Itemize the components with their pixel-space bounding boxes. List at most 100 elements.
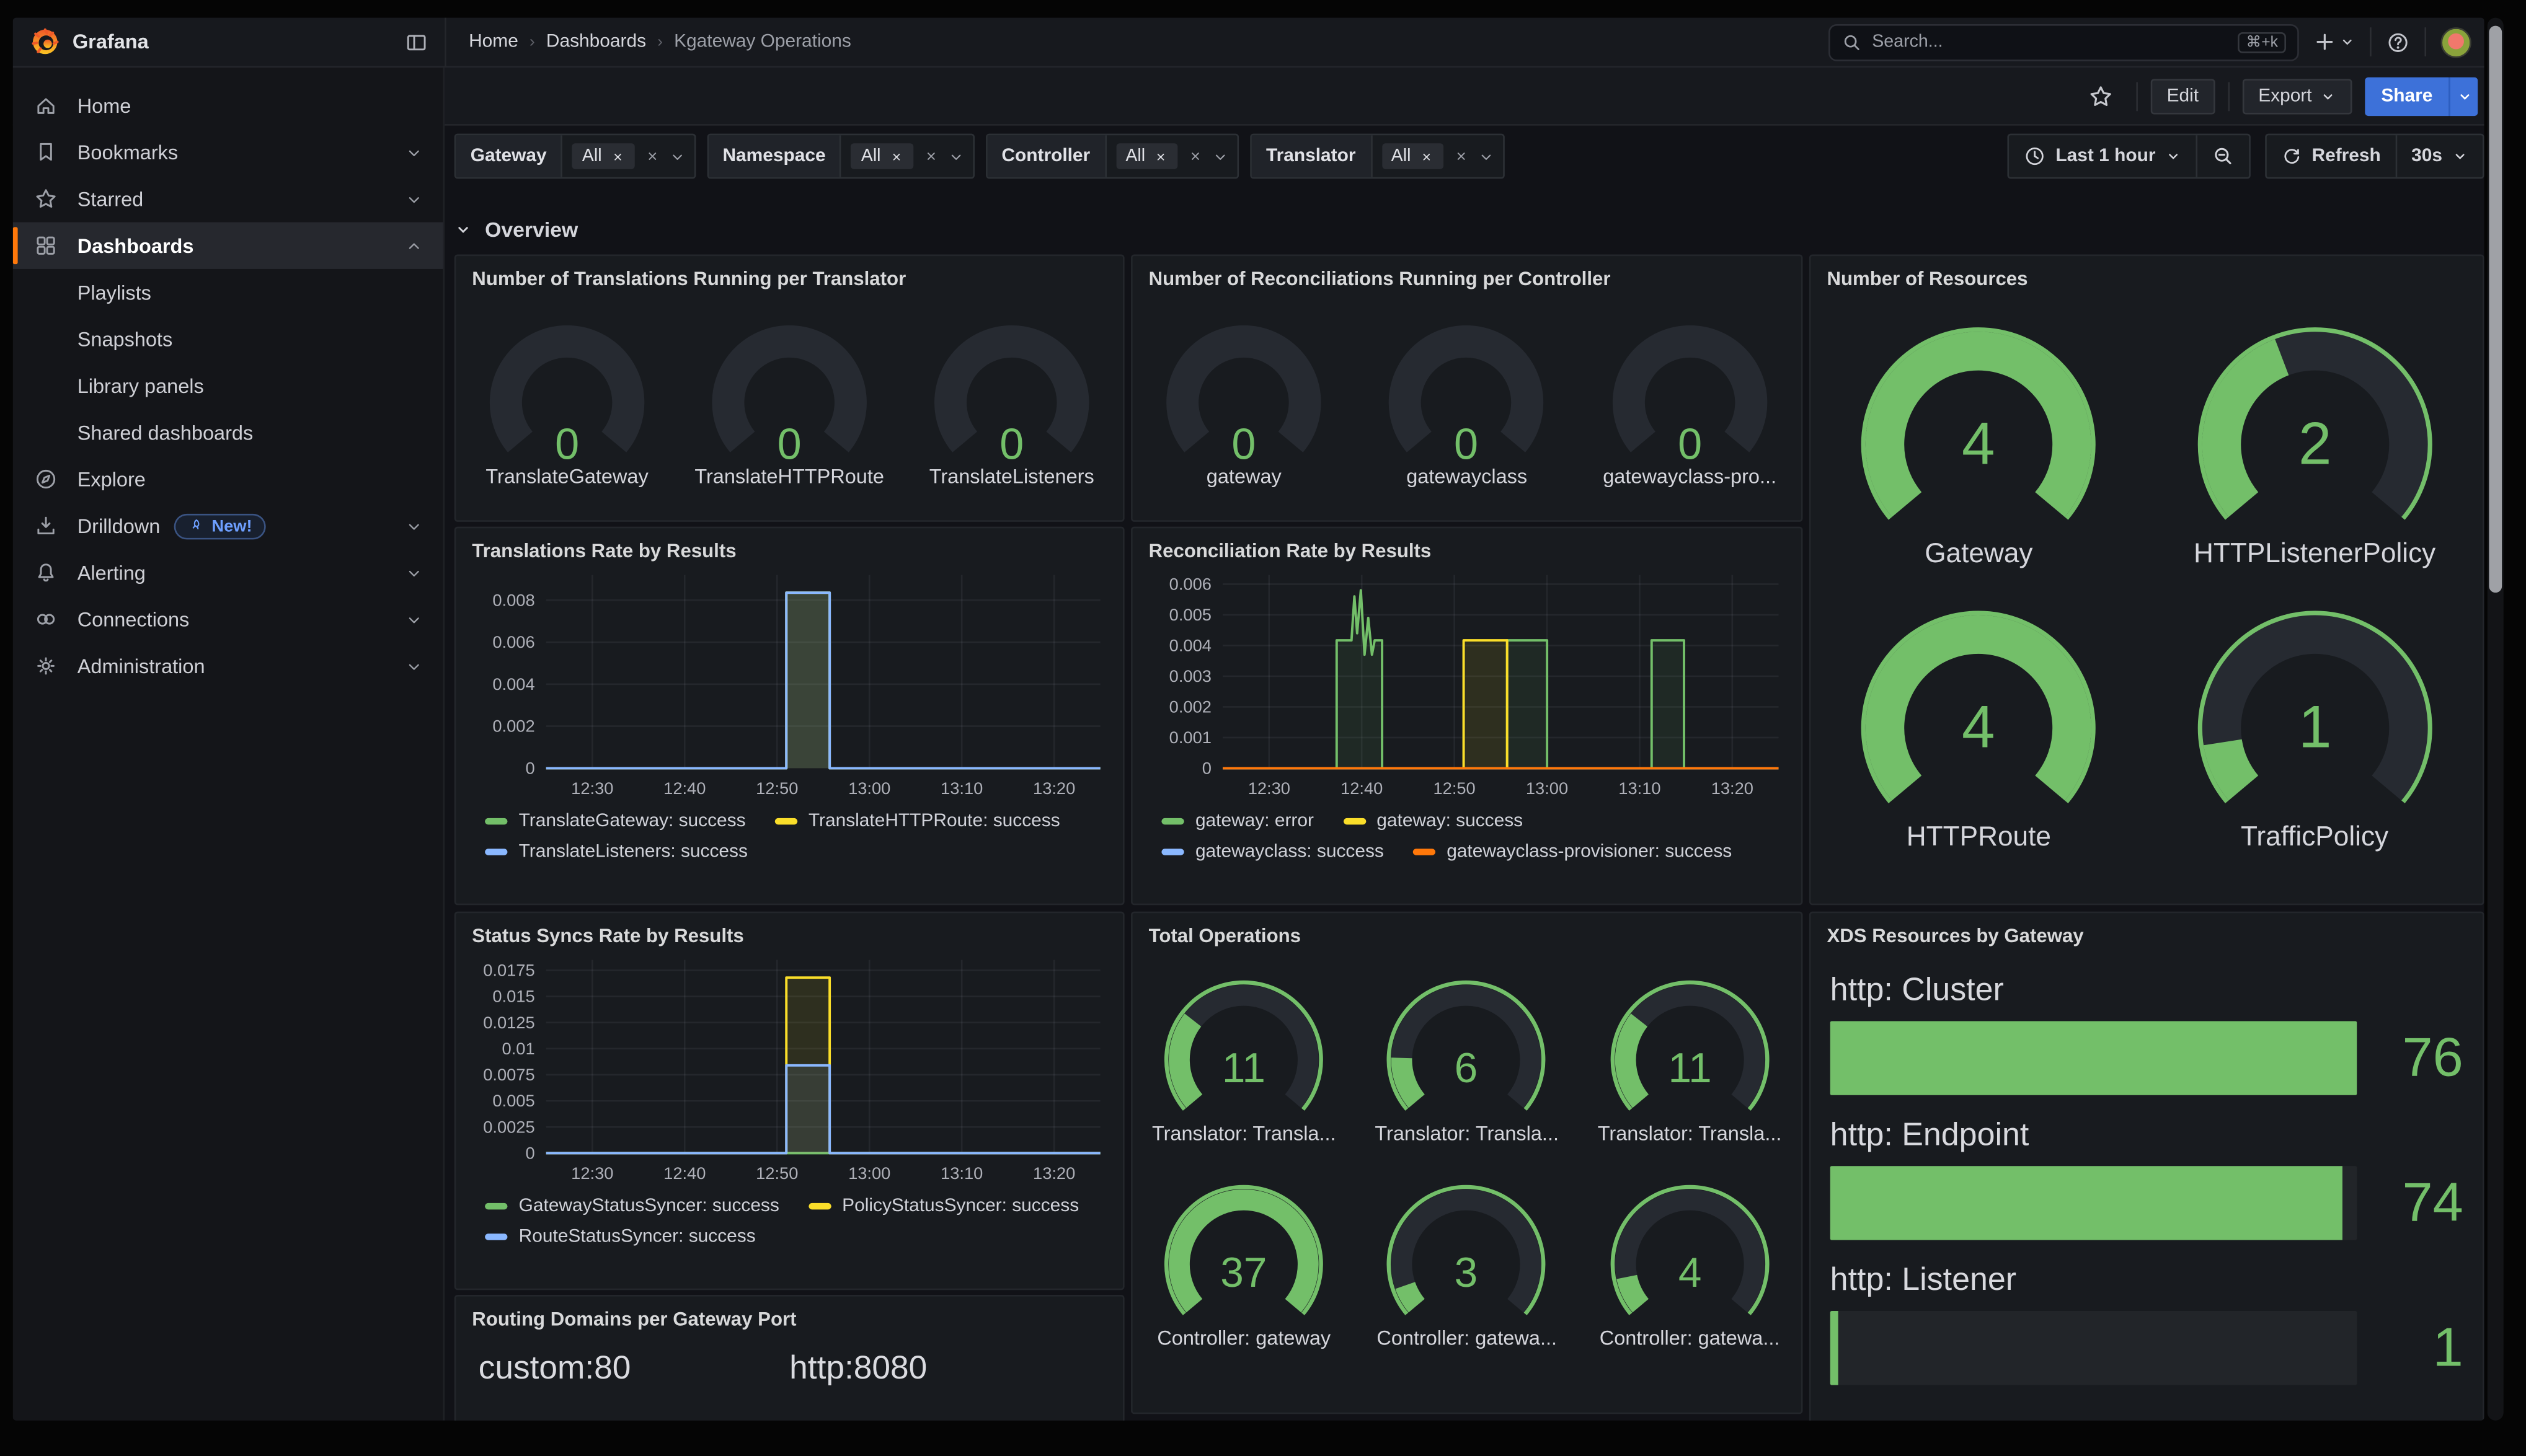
gauge-cell: 1TrafficPolicy [2153,580,2476,854]
chevron-down-icon [2165,148,2181,164]
sidebar-item-library-panels[interactable]: Library panels [13,363,443,409]
y-axis-tick: 0.004 [1169,636,1212,655]
variable-chip-gateway[interactable]: Gateway All [454,134,696,179]
top-nav-bar: Grafana Home›Dashboards›Kgateway Operati… [13,18,2484,68]
variable-value-tag[interactable]: All [1116,143,1177,169]
sidebar-item-label: Snapshots [78,328,173,350]
sidebar-item-drilldown[interactable]: DrilldownNew! [13,503,443,549]
legend-item[interactable]: TranslateGateway: success [485,812,745,831]
share-menu-button[interactable] [2448,76,2478,115]
open-dropdown-button[interactable] [668,148,686,165]
share-button[interactable]: Share [2365,76,2448,115]
sidebar-item-home[interactable]: Home [13,82,443,129]
gauge-label: Translator: Transla... [1598,1123,1782,1145]
bar-fill [1830,1166,2343,1240]
brand-name: Grafana [73,30,149,53]
legend-item[interactable]: GatewayStatusSyncer: success [485,1197,779,1216]
edit-button[interactable]: Edit [2151,78,2215,113]
clear-button[interactable] [1453,148,1469,164]
open-dropdown-button[interactable] [947,148,965,165]
bar-track [1830,1166,2357,1240]
sidebar-item-shared-dashboards[interactable]: Shared dashboards [13,409,443,456]
sidebar-item-explore[interactable]: Explore [13,456,443,502]
clear-button[interactable] [644,148,660,164]
variable-value-tag[interactable]: All [572,143,634,169]
sidebar-item-starred[interactable]: Starred [13,175,443,222]
search-input[interactable]: Search... ⌘+k [1828,24,2299,61]
close-icon [923,148,939,164]
chevron-down-icon [1212,148,1230,165]
legend-item[interactable]: RouteStatusSyncer: success [485,1227,756,1246]
gauge: 2 [2153,296,2476,541]
chevron-down-icon [404,656,423,676]
legend-item[interactable]: gatewayclass-provisioner: success [1413,842,1732,862]
panel-title[interactable]: Number of Reconciliations Running per Co… [1133,256,1801,290]
sidebar-item-bookmarks[interactable]: Bookmarks [13,129,443,175]
sidebar-item-dashboards[interactable]: Dashboards [13,223,443,269]
sidebar-item-snapshots[interactable]: Snapshots [13,315,443,362]
breadcrumb-item[interactable]: Dashboards [546,32,646,51]
user-avatar[interactable] [2440,27,2471,57]
variable-chip-translator[interactable]: Translator All [1250,134,1504,179]
sidebar-item-connections[interactable]: Connections [13,596,443,642]
variable-chip-namespace[interactable]: Namespace All [706,134,974,179]
sidebar-item-administration[interactable]: Administration [13,643,443,689]
time-range-picker[interactable]: Last 1 hour [2009,145,2196,167]
y-axis-tick: 0.002 [1169,697,1212,717]
legend-item[interactable]: TranslateHTTPRoute: success [774,812,1060,831]
grid-icon [34,234,58,258]
legend-item[interactable]: TranslateListeners: success [485,842,748,862]
panel-title[interactable]: Status Syncs Rate by Results [456,913,1123,947]
sidebar-item-label: Library panels [78,374,204,397]
panel-title[interactable]: Number of Translations Running per Trans… [456,256,1123,290]
chevron-down-icon [947,148,965,165]
open-dropdown-button[interactable] [1477,148,1495,165]
panel-title[interactable]: Number of Resources [1810,256,2482,290]
open-dropdown-button[interactable] [1212,148,1230,165]
y-axis-tick: 0.006 [1169,575,1212,594]
gauge-label: Translator: Transla... [1152,1123,1336,1145]
drilldown-icon [34,514,58,538]
zoom-out-icon [2212,145,2234,167]
legend-item[interactable]: gatewayclass: success [1161,842,1383,862]
sidebar-item-playlists[interactable]: Playlists [13,269,443,315]
variable-value-tag[interactable]: All [1381,143,1443,169]
gauge-label: TrafficPolicy [2241,821,2388,854]
legend-label: gatewayclass: success [1195,842,1384,862]
x-axis-tick: 13:20 [1711,779,1753,798]
row-overview-toggle[interactable]: Overview [454,218,578,242]
breadcrumb-item[interactable]: Home [469,32,518,51]
gauge-row: 0gateway0gatewayclass0gatewayclass-pro..… [1133,306,1801,488]
zoom-out-button[interactable] [2197,145,2249,167]
variable-value-tag[interactable]: All [851,143,913,169]
clear-button[interactable] [923,148,939,164]
sidebar-item-label: Shared dashboards [78,421,253,443]
topbar-separator [2370,27,2372,56]
refresh-interval-picker[interactable]: 30s [2397,146,2483,165]
legend-label: gateway: error [1195,812,1314,831]
sidebar-item-alerting[interactable]: Alerting [13,549,443,596]
variable-chip-controller[interactable]: Controller All [985,134,1238,179]
time-controls: Last 1 hour Refresh 30s [2007,134,2484,179]
help-button[interactable] [2386,30,2410,54]
panel-routing-domains: Routing Domains per Gateway Port custom:… [454,1295,1125,1421]
variable-value: All [1125,146,1145,165]
gauge-cell: 0TranslateGateway [469,306,665,488]
scrollbar-thumb[interactable] [2489,26,2502,593]
favorite-star-button[interactable] [2088,83,2114,109]
panel-title[interactable]: Total Operations [1133,913,1801,947]
new-button[interactable] [2313,30,2355,53]
panel-title[interactable]: Routing Domains per Gateway Port [456,1297,1123,1331]
panel-title[interactable]: XDS Resources by Gateway [1810,913,2482,947]
legend-item[interactable]: PolicyStatusSyncer: success [809,1197,1079,1216]
legend-item[interactable]: gateway: success [1343,812,1523,831]
clear-button[interactable] [1187,148,1203,164]
export-button[interactable]: Export [2242,78,2352,113]
mega-menu-toggle-icon[interactable] [404,30,428,54]
legend-item[interactable]: gateway: error [1161,812,1314,831]
panel-title[interactable]: Translations Rate by Results [456,528,1123,562]
panel-title[interactable]: Reconciliation Rate by Results [1133,528,1801,562]
y-axis-tick: 0.0025 [483,1117,534,1136]
refresh-button[interactable]: Refresh [2267,146,2395,167]
gauge-value: 11 [1668,1045,1711,1092]
